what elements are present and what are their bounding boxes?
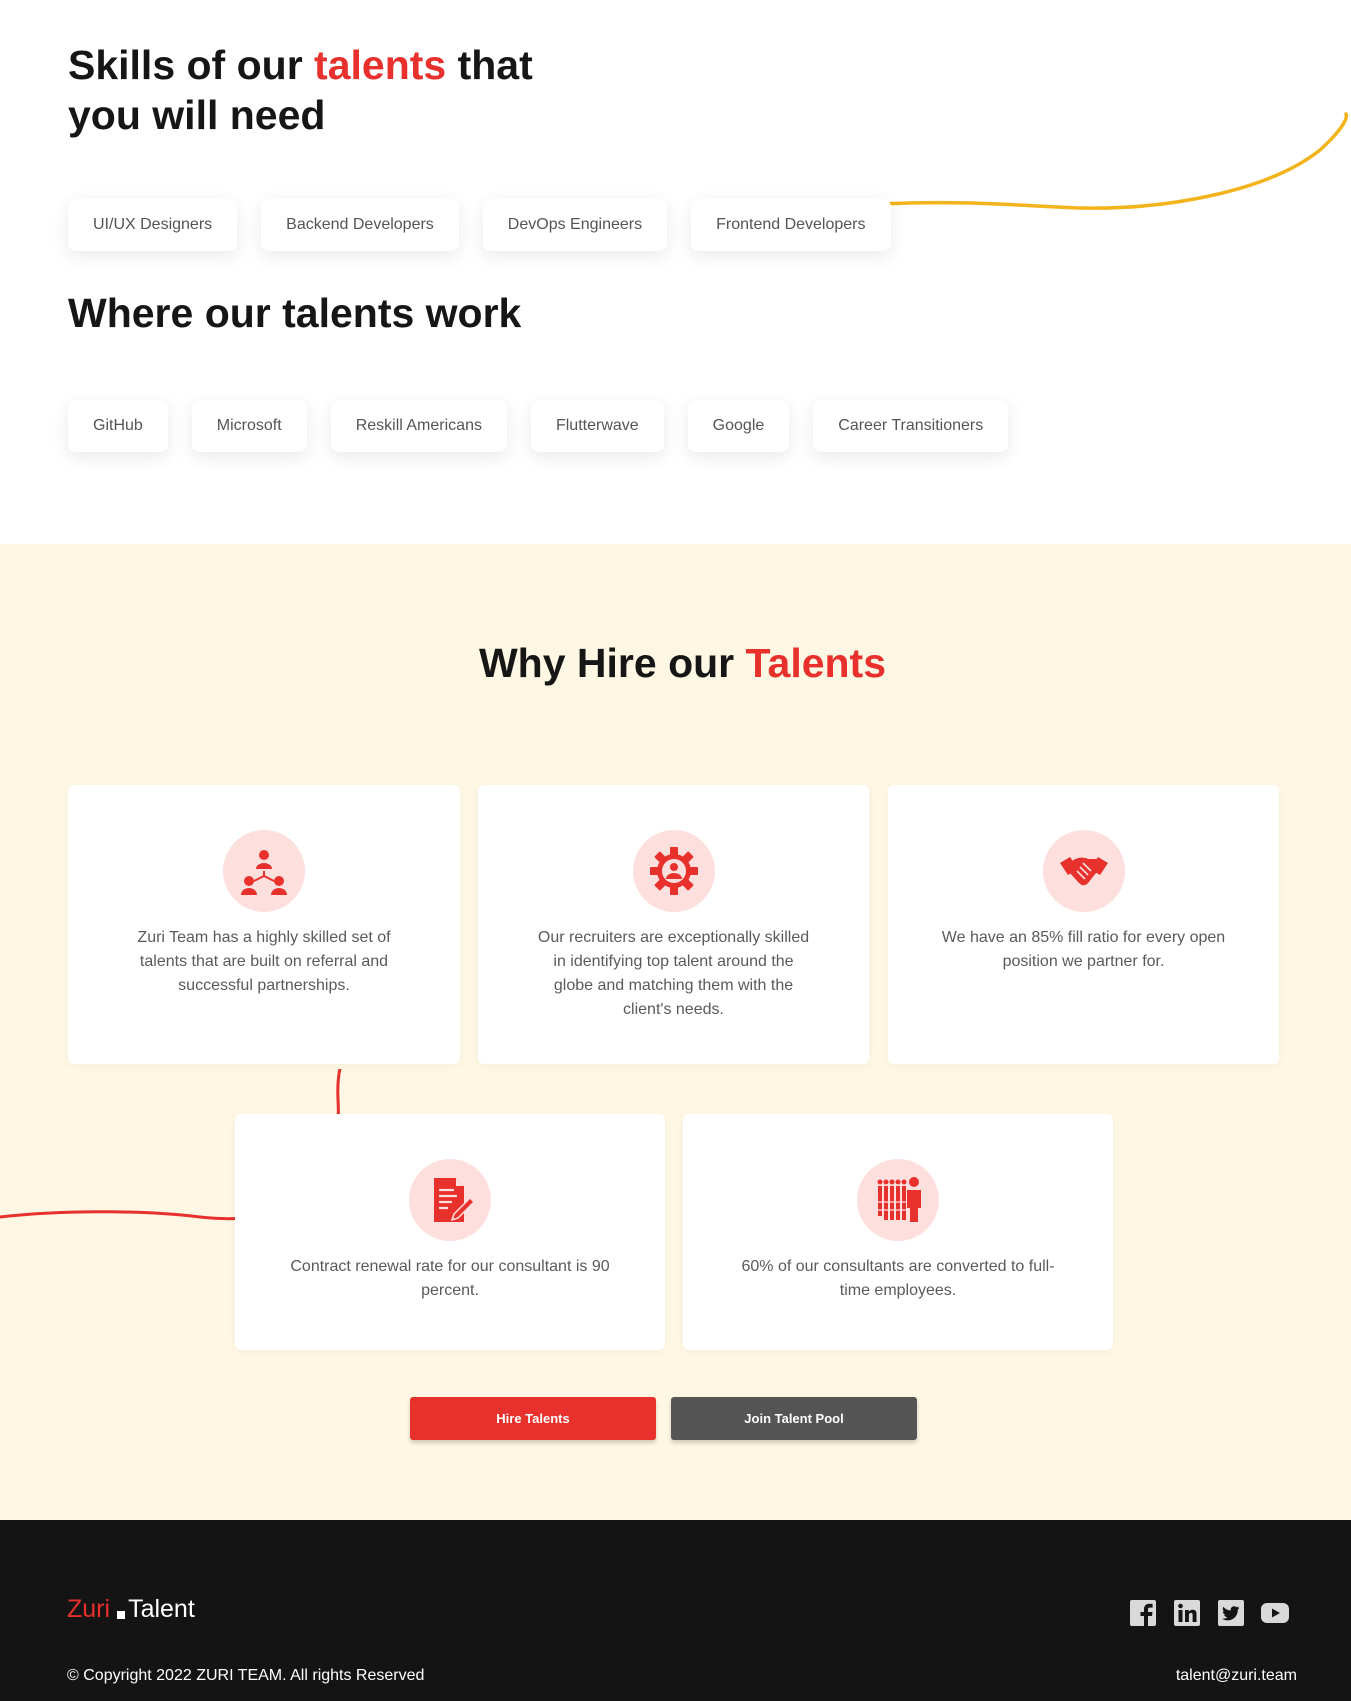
why-card-conversion: 60% of our consultants are converted to … xyxy=(683,1114,1113,1350)
logo-talent: Talent xyxy=(128,1595,195,1623)
contract-edit-icon xyxy=(434,1178,476,1222)
company-pill-flutterwave: Flutterwave xyxy=(530,400,664,452)
skills-title-accent: talents xyxy=(314,42,447,88)
why-card-text: We have an 85% fill ratio for every open… xyxy=(941,929,1226,970)
why-card-text: Contract renewal rate for our consultant… xyxy=(290,1258,610,1299)
skills-section: Skills of our talents that you will need… xyxy=(0,0,1351,544)
company-pill-microsoft: Microsoft xyxy=(191,400,307,452)
gear-person-icon xyxy=(649,847,698,895)
why-card-recruiters: Our recruiters are exceptionally skilled… xyxy=(478,785,869,1064)
skills-title-part1: Skills of our xyxy=(68,42,315,88)
social-links xyxy=(1128,1598,1290,1628)
why-card-fill-ratio: We have an 85% fill ratio for every open… xyxy=(888,785,1279,1064)
decorative-yellow-curve xyxy=(880,112,1349,210)
hire-talents-button[interactable]: Hire Talents xyxy=(410,1397,656,1440)
why-card-network: Zuri Team has a highly skilled set of ta… xyxy=(68,785,460,1064)
skills-list: UI/UX Designers Backend Developers DevOp… xyxy=(68,199,891,251)
skills-title: Skills of our talents that you will need xyxy=(68,40,588,140)
youtube-icon[interactable] xyxy=(1260,1598,1290,1628)
why-title-accent: Talents xyxy=(745,640,887,686)
skill-pill-backend: Backend Developers xyxy=(261,199,459,251)
facebook-icon[interactable] xyxy=(1128,1598,1158,1628)
network-people-icon xyxy=(241,850,287,895)
why-card-text: Zuri Team has a highly skilled set of ta… xyxy=(137,929,391,994)
logo-dot xyxy=(117,1611,126,1619)
why-card-text: 60% of our consultants are converted to … xyxy=(741,1258,1055,1299)
icon-circle xyxy=(223,830,305,912)
companies-list: GitHub Microsoft Reskill Americans Flutt… xyxy=(68,400,1009,452)
handshake-icon xyxy=(1059,857,1108,886)
icon-circle xyxy=(857,1159,939,1241)
icon-circle xyxy=(632,830,715,912)
icon-circle xyxy=(409,1159,491,1241)
company-pill-github: GitHub xyxy=(68,400,168,452)
why-card-text: Our recruiters are exceptionally skilled… xyxy=(537,929,810,1018)
skill-pill-uiux: UI/UX Designers xyxy=(68,199,238,251)
join-talent-pool-button[interactable]: Join Talent Pool xyxy=(671,1397,917,1440)
twitter-icon[interactable] xyxy=(1216,1598,1246,1628)
why-title-part1: Why Hire our xyxy=(478,640,746,686)
company-pill-career-transitioners: Career Transitioners xyxy=(813,400,1009,452)
linkedin-icon[interactable] xyxy=(1172,1598,1202,1628)
why-hire-title: Why Hire our Talents xyxy=(0,640,1351,687)
company-pill-google: Google xyxy=(687,400,790,452)
work-title: Where our talents work xyxy=(68,290,522,336)
icon-circle xyxy=(1042,830,1125,912)
copyright-text: © Copyright 2022 ZURI TEAM. All rights R… xyxy=(67,1667,425,1684)
company-pill-reskill-americans: Reskill Americans xyxy=(330,400,507,452)
logo-zuri: Zuri xyxy=(67,1595,111,1623)
footer: Zuri Talent © Copyright 2022 ZURI TEAM. … xyxy=(0,1520,1351,1701)
footer-logo[interactable]: Zuri Talent xyxy=(67,1595,195,1624)
why-hire-section: Why Hire our Talents Zuri Team has a hig… xyxy=(0,544,1351,1520)
why-card-renewal: Contract renewal rate for our consultant… xyxy=(235,1114,665,1350)
skill-pill-devops: DevOps Engineers xyxy=(482,199,668,251)
employees-group-icon xyxy=(877,1177,921,1222)
skill-pill-frontend: Frontend Developers xyxy=(691,199,891,251)
contact-email-link[interactable]: talent@zuri.team xyxy=(1176,1667,1297,1685)
